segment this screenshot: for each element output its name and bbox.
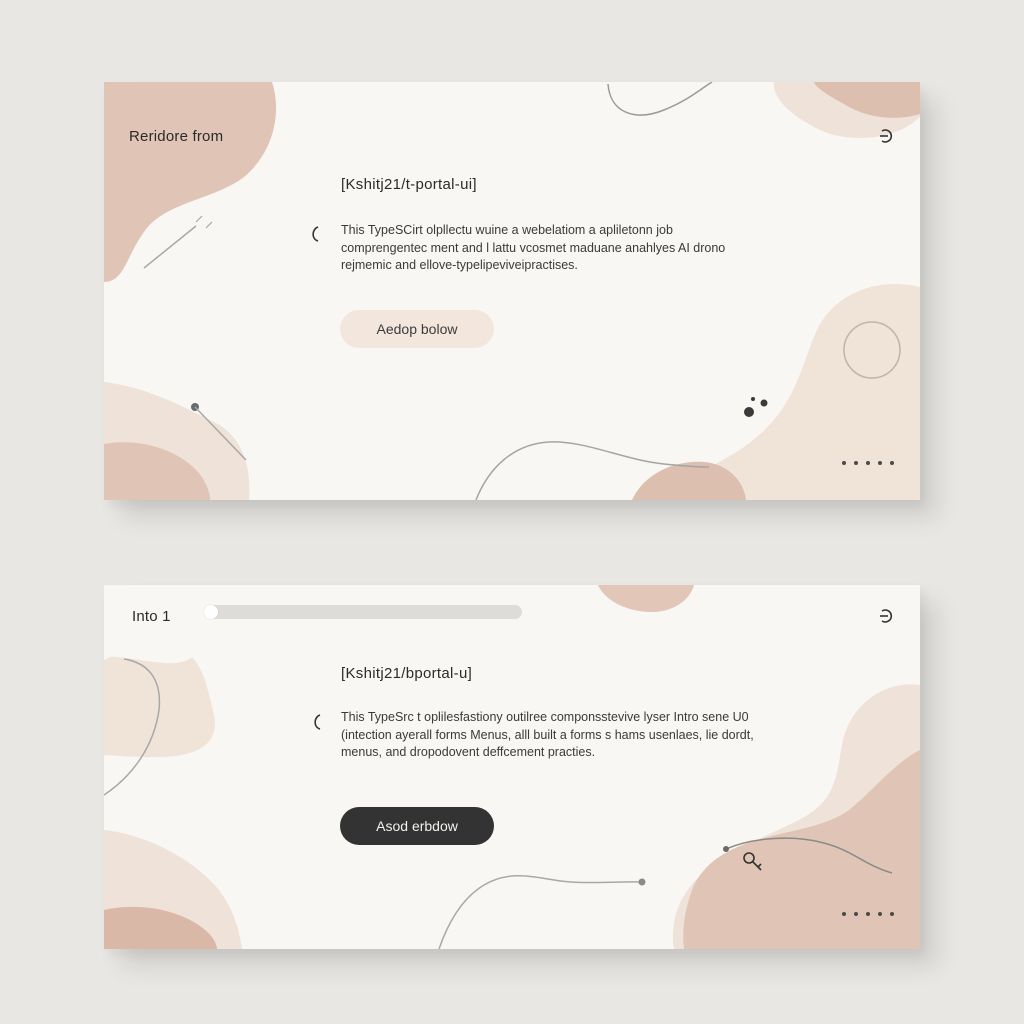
progress-bar: [204, 605, 522, 619]
primary-action-button[interactable]: Asod erbdow: [340, 807, 494, 845]
dot: [842, 461, 846, 465]
progress-fill: [204, 605, 218, 619]
dot: [854, 912, 858, 916]
onboarding-card-2: Into 1 [Kshitj21/bportal-u] This TypeSrc…: [104, 585, 920, 949]
card-description: This TypeSrc t oplilesfastiony outilree …: [341, 710, 754, 759]
primary-action-button[interactable]: Aedop bolow: [340, 310, 494, 348]
dot: [854, 461, 858, 465]
more-dots-icon[interactable]: [842, 461, 894, 465]
dot: [890, 912, 894, 916]
back-chevron-icon[interactable]: [309, 712, 323, 732]
key-icon: [743, 852, 762, 871]
back-chevron-icon[interactable]: [307, 224, 321, 244]
onboarding-card-1: Reridore from [Kshitj21/t-portal-ui] Thi…: [104, 82, 920, 500]
dot: [890, 461, 894, 465]
repo-title: [Kshitj21/t-portal-ui]: [341, 176, 477, 193]
dot: [878, 461, 882, 465]
dot: [866, 461, 870, 465]
dot: [866, 912, 870, 916]
dot: [878, 912, 882, 916]
more-dots-icon[interactable]: [842, 912, 894, 916]
dot: [842, 912, 846, 916]
decorative-background: [104, 82, 920, 500]
decorative-background: [104, 585, 920, 949]
repo-title: [Kshitj21/bportal-u]: [341, 665, 473, 682]
card-description: This TypeSCirt olpllectu wuine a webelat…: [341, 223, 726, 272]
card-eyebrow-label: Into 1: [132, 608, 171, 625]
exit-icon[interactable]: [878, 608, 894, 624]
exit-icon[interactable]: [878, 128, 894, 144]
card-eyebrow-label: Reridore from: [129, 128, 224, 145]
